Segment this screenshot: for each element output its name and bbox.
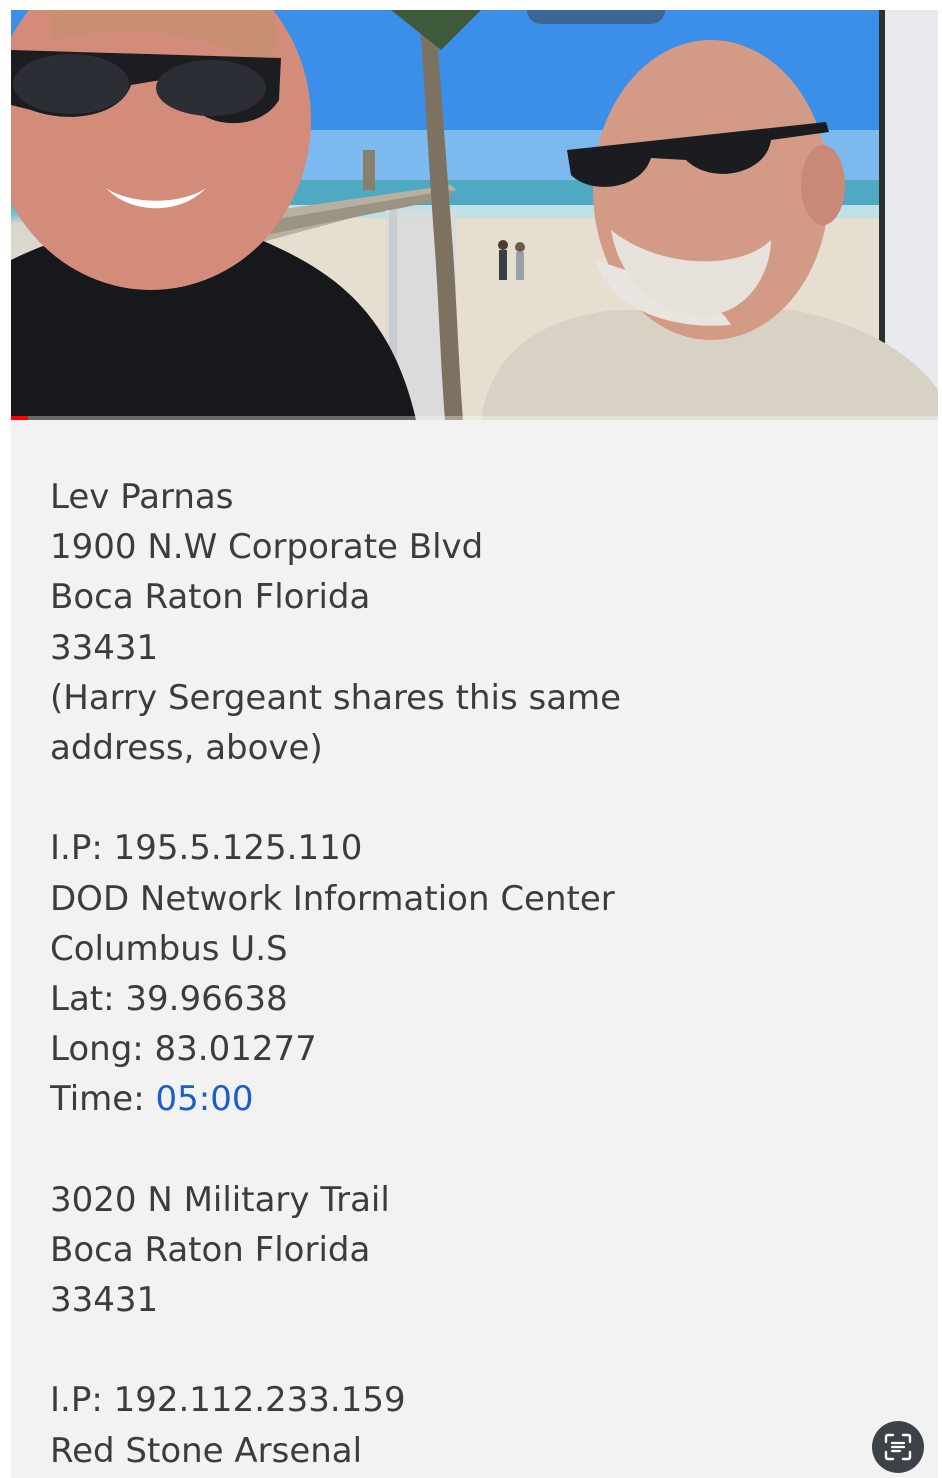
- caption-time-prefix: Time:: [50, 1079, 156, 1120]
- caption-note-line2: address, above): [50, 727, 323, 768]
- caption-zip: 33431: [50, 1280, 159, 1320]
- caption-zip: 33431: [50, 627, 159, 668]
- caption-lat: Lat: 39.96638: [50, 978, 288, 1019]
- caption-street: 3020 N Military Trail: [50, 1179, 390, 1220]
- scan-text-button[interactable]: [872, 1421, 924, 1473]
- caption-city: Boca Raton Florida: [50, 1229, 371, 1270]
- timestamp-link[interactable]: 05:00: [155, 1079, 253, 1119]
- post-caption: Lev Parnas 1900 N.W Corporate Blvd Boca …: [50, 472, 910, 1476]
- caption-street: 1900 N.W Corporate Blvd: [50, 527, 484, 568]
- grab-handle[interactable]: [527, 10, 665, 24]
- scan-text-icon: [884, 1433, 912, 1461]
- caption-ip: I.P: 192.112.233.159: [50, 1380, 406, 1421]
- caption-note-line1: (Harry Sergeant shares this same: [50, 677, 622, 718]
- beach-pier-video-frame-icon: [11, 10, 938, 420]
- caption-time: Time: 05:00: [50, 1074, 910, 1124]
- caption-location: Columbus U.S: [50, 928, 288, 969]
- caption-org: DOD Network Information Center: [50, 878, 615, 919]
- video-progress-bar[interactable]: [11, 416, 938, 420]
- caption-city: Boca Raton Florida: [50, 577, 371, 618]
- caption-org: Red Stone Arsenal: [50, 1430, 363, 1471]
- caption-long: Long: 83.01277: [50, 1029, 317, 1070]
- caption-ip: I.P: 195.5.125.110: [50, 828, 363, 869]
- post-card: Lev Parnas 1900 N.W Corporate Blvd Boca …: [11, 10, 938, 1478]
- caption-name: Lev Parnas: [50, 477, 234, 517]
- video-progress-fill: [11, 416, 28, 420]
- video-player[interactable]: [11, 10, 938, 420]
